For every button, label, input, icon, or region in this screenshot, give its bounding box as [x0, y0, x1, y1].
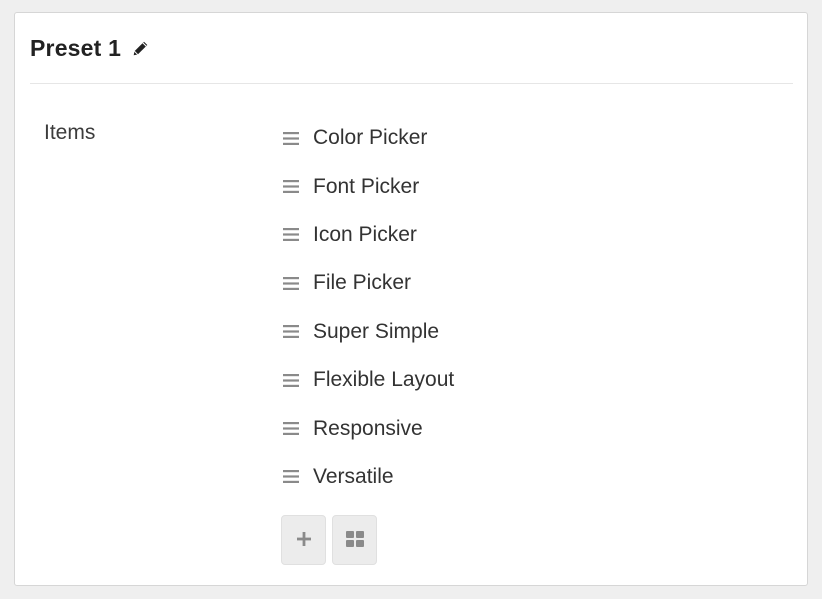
panel-header: Preset 1: [30, 13, 793, 84]
drag-handle-icon[interactable]: [283, 373, 299, 387]
list-item[interactable]: Responsive: [283, 404, 454, 452]
list-item[interactable]: Icon Picker: [283, 211, 454, 259]
items-list: Color Picker Font Picker Icon Picker Fil…: [283, 114, 454, 501]
list-item-label: Flexible Layout: [313, 368, 455, 392]
list-item[interactable]: File Picker: [283, 259, 454, 307]
list-item[interactable]: Super Simple: [283, 308, 454, 356]
list-item-label: Font Picker: [313, 174, 420, 198]
list-item-label: Super Simple: [313, 319, 440, 343]
list-item[interactable]: Versatile: [283, 453, 454, 501]
list-item-label: Versatile: [313, 464, 394, 488]
drag-handle-icon[interactable]: [283, 276, 299, 290]
list-item[interactable]: Font Picker: [283, 162, 454, 210]
pencil-icon[interactable]: [131, 39, 149, 57]
add-item-button[interactable]: [281, 515, 326, 565]
items-field-label: Items: [44, 121, 96, 144]
preset-panel: Preset 1 Items Color Picker Font Picker: [14, 12, 808, 586]
list-item-label: Icon Picker: [313, 222, 417, 246]
drag-handle-icon[interactable]: [283, 180, 299, 194]
list-actions: [281, 515, 377, 565]
drag-handle-icon[interactable]: [283, 131, 299, 145]
list-item-label: Responsive: [313, 416, 423, 440]
drag-handle-icon[interactable]: [283, 228, 299, 242]
drag-handle-icon[interactable]: [283, 325, 299, 339]
drag-handle-icon[interactable]: [283, 422, 299, 436]
list-item-label: File Picker: [313, 271, 412, 295]
drag-handle-icon[interactable]: [283, 470, 299, 484]
plus-icon: [296, 531, 311, 549]
list-item[interactable]: Flexible Layout: [283, 356, 454, 404]
grid-icon: [345, 530, 364, 550]
list-item[interactable]: Color Picker: [283, 114, 454, 162]
add-group-button[interactable]: [332, 515, 377, 565]
list-item-label: Color Picker: [313, 126, 428, 150]
panel-title: Preset 1: [30, 34, 122, 61]
